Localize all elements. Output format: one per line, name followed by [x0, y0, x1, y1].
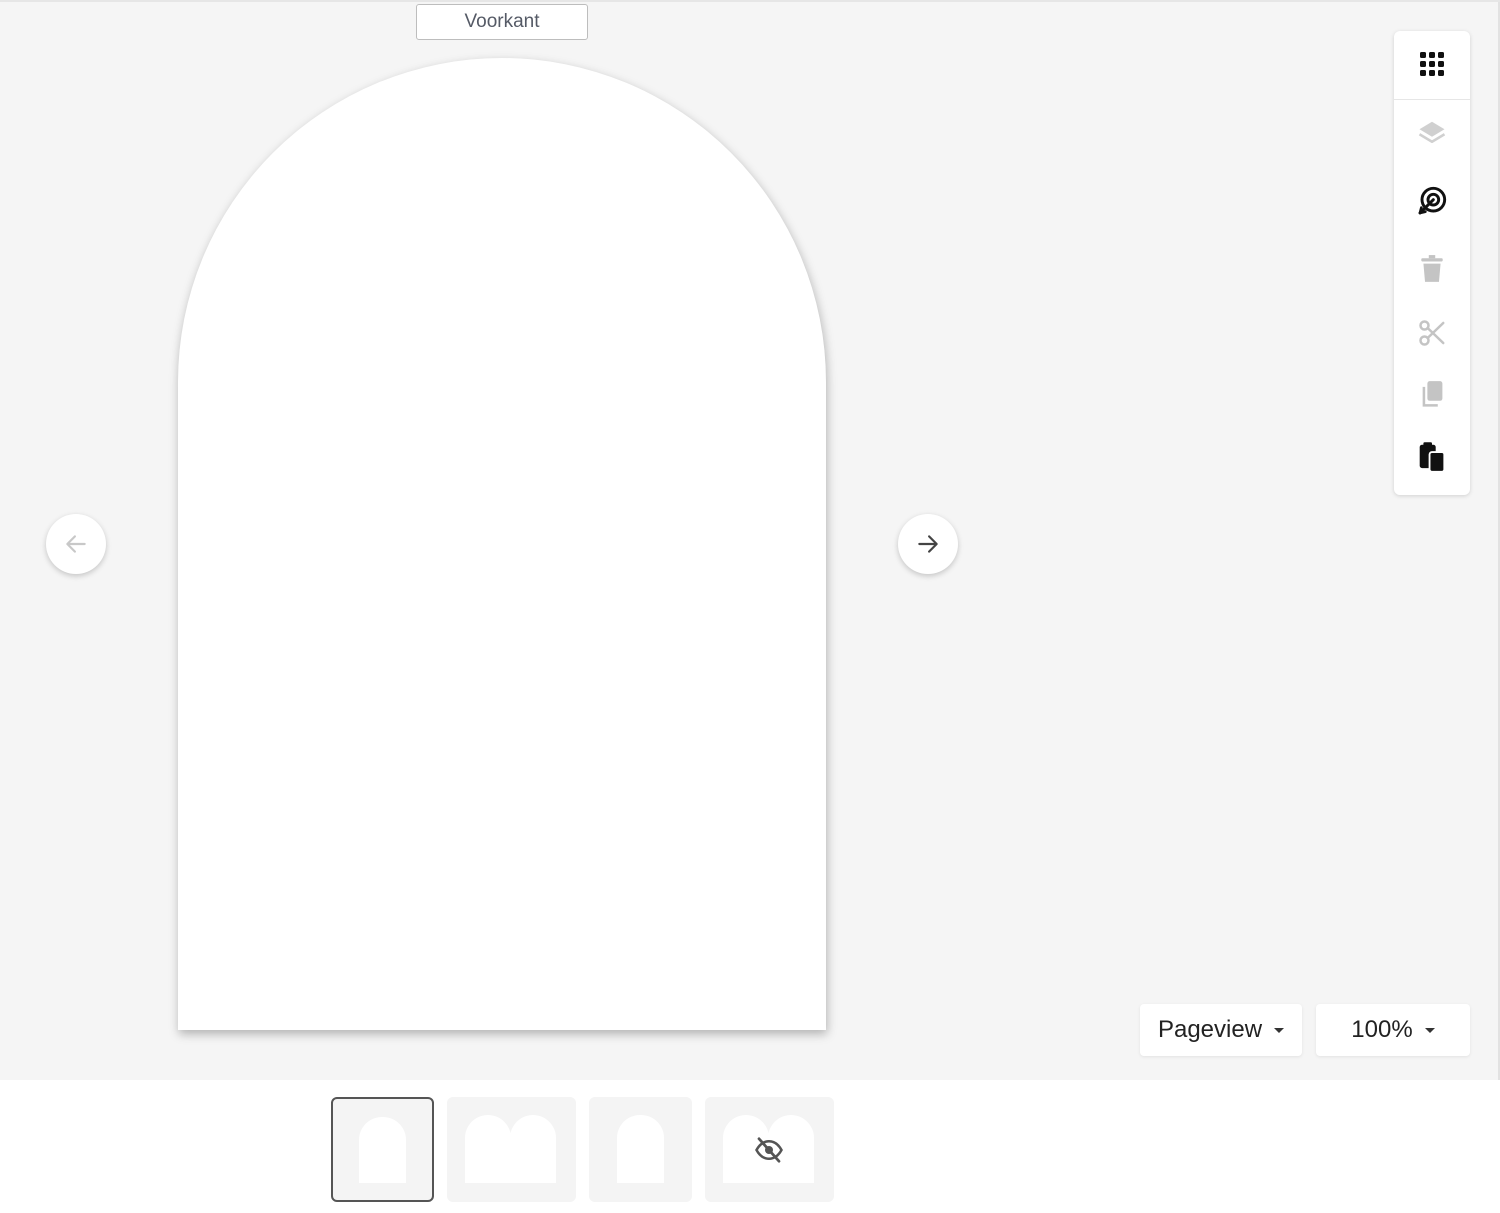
tools-toolbar — [1394, 31, 1470, 495]
cut-button[interactable] — [1394, 303, 1470, 363]
toolbar-divider — [1394, 99, 1470, 100]
previous-page-button[interactable] — [46, 514, 106, 574]
arrow-right-icon — [918, 535, 938, 553]
paste-icon — [1419, 442, 1446, 473]
eye-off-icon — [755, 1137, 783, 1163]
grid-icon — [1420, 52, 1444, 76]
thumbnail-arch-shape — [510, 1115, 556, 1183]
delete-button[interactable] — [1394, 239, 1470, 299]
magic-target-button[interactable] — [1394, 171, 1470, 231]
chevron-down-icon — [1274, 1027, 1285, 1033]
view-mode-value: Pageview — [1157, 1016, 1263, 1043]
design-page-arch[interactable] — [178, 58, 826, 1030]
view-mode-dropdown[interactable]: Pageview — [1140, 1004, 1302, 1056]
page-side-label: Voorkant — [416, 4, 588, 40]
trash-icon — [1421, 255, 1443, 282]
thumbnail-arch-shape — [359, 1117, 406, 1183]
copy-icon — [1422, 381, 1443, 407]
paste-button[interactable] — [1394, 427, 1470, 487]
next-page-button[interactable] — [898, 514, 958, 574]
layers-icon — [1418, 121, 1446, 143]
copy-button[interactable] — [1394, 365, 1470, 425]
arrow-left-icon — [66, 535, 86, 553]
grid-button[interactable] — [1394, 34, 1470, 94]
chevron-down-icon — [1424, 1027, 1435, 1033]
zoom-dropdown[interactable]: 100% — [1316, 1004, 1470, 1056]
canvas-area[interactable]: Voorkant Pageview 100% — [0, 0, 1500, 1080]
page-thumbnail-4-hidden[interactable] — [705, 1097, 834, 1202]
zoom-value: 100% — [1351, 1016, 1413, 1043]
page-thumbnail-1[interactable] — [331, 1097, 434, 1202]
page-thumbnail-3[interactable] — [589, 1097, 692, 1202]
thumbnail-arch-shape — [617, 1115, 664, 1183]
scissors-icon — [1419, 320, 1445, 346]
layers-button[interactable] — [1394, 103, 1470, 163]
magic-target-icon — [1418, 186, 1447, 215]
page-thumbnail-2[interactable] — [447, 1097, 576, 1202]
thumbnail-arch-shape — [465, 1115, 511, 1183]
